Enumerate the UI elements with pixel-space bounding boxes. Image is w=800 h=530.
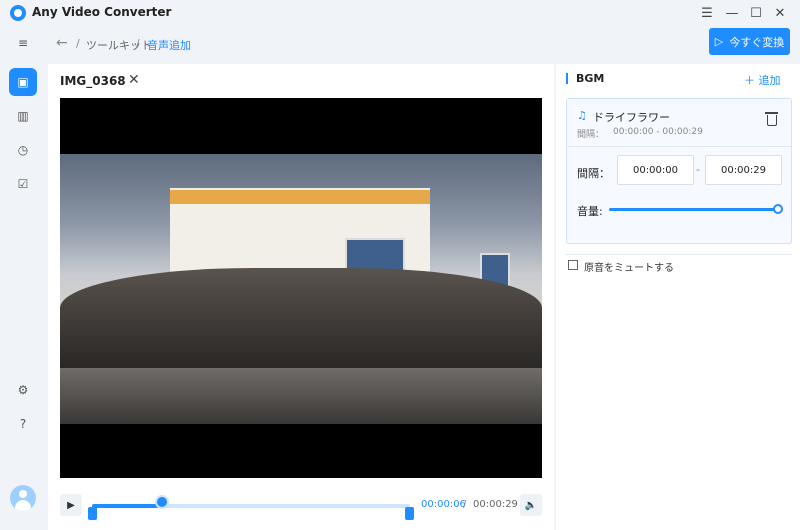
crowd [60,268,542,368]
breadcrumb-toolkit[interactable]: ツールキット [86,37,152,53]
bgm-title: BGM [566,73,604,84]
top-nav: ← / ツールキット / 音声追加 ▷ 今すぐ変換 [46,26,800,62]
minimize-icon[interactable]: — [722,3,742,23]
convert-now-button[interactable]: ▷ 今すぐ変換 [709,28,790,55]
volume-icon[interactable]: 🔈 [520,494,542,516]
bgm-start-time-input[interactable]: 00:00:00 [617,155,694,185]
trim-end-handle[interactable] [405,507,414,520]
breadcrumb-separator: / [76,37,80,50]
video-preview[interactable] [60,98,542,478]
bgm-track-name: ドライフラワー [593,111,670,124]
bgm-panel: BGM ＋ 追加 ♫ ドライフラワー 間隔： 00:00:00 - 00:00:… [556,64,800,530]
breadcrumb-separator: / [136,37,140,50]
library-icon[interactable]: ▥ [9,102,37,130]
file-name: IMG_0368 [60,74,126,88]
booth-banner [170,190,430,204]
bgm-end-time-input[interactable]: 00:00:29 [705,155,782,185]
editor-panel: IMG_0368 ✕ ▶ 00:00:06 / 00:00:29 🔈 [48,64,554,530]
user-avatar-icon[interactable] [10,485,36,511]
divider [566,254,792,255]
toolbox-icon[interactable]: ▣ [9,68,37,96]
title-bar: Any Video Converter ☰ — ☐ ✕ [0,0,800,26]
app-logo-icon [10,5,26,21]
interval-dash: - [696,163,700,176]
close-icon[interactable]: ✕ [770,3,790,23]
left-rail: ≡ ▣ ▥ ◷ ☑ ⚙ ? [0,26,46,530]
tasks-icon[interactable]: ☑ [9,170,37,198]
bgm-interval-value-small: 00:00:00 - 00:00:29 [613,127,703,137]
bgm-interval-label: 間隔： [577,167,610,180]
current-time: 00:00:06 [421,499,466,510]
mute-original-checkbox[interactable] [568,260,578,270]
timeline-track[interactable] [92,495,410,509]
playback-controls: ▶ 00:00:06 / 00:00:29 🔈 [60,494,542,520]
add-bgm-button[interactable]: ＋ 追加 [744,72,781,88]
mute-original-label[interactable]: 原音をミュートする [584,259,674,274]
playhead-knob[interactable] [154,495,169,509]
menu-icon[interactable]: ☰ [697,3,717,23]
trim-start-handle[interactable] [88,507,97,520]
convert-now-label: 今すぐ変換 [729,35,785,49]
timeline-progress [92,504,162,508]
close-file-icon[interactable]: ✕ [128,72,140,88]
bgm-track-header: ♫ ドライフラワー 間隔： 00:00:00 - 00:00:29 [567,99,791,147]
play-outline-icon: ▷ [714,35,724,48]
total-time: 00:00:29 [473,499,518,510]
bgm-interval-label-small: 間隔： [577,130,605,140]
delete-track-icon[interactable] [765,112,778,126]
settings-icon[interactable]: ⚙ [9,376,37,404]
bgm-volume-knob[interactable] [773,204,783,214]
music-note-icon: ♫ [577,109,587,122]
history-icon[interactable]: ◷ [9,136,37,164]
add-bgm-label: 追加 [758,74,781,87]
time-separator: / [463,499,467,510]
bgm-volume-label: 音量: [577,205,603,218]
maximize-icon[interactable]: ☐ [746,3,766,23]
app-title: Any Video Converter [32,5,172,19]
breadcrumb-add-audio: 音声追加 [147,39,191,52]
bgm-volume-slider[interactable] [609,208,779,211]
collapse-sidebar-icon[interactable]: ≡ [9,29,37,57]
back-arrow-icon[interactable]: ← [56,35,68,51]
play-button[interactable]: ▶ [60,494,82,516]
help-icon[interactable]: ? [9,410,37,438]
plus-icon: ＋ [744,74,755,87]
bgm-track-card: ♫ ドライフラワー 間隔： 00:00:00 - 00:00:29 間隔： 00… [566,98,792,244]
